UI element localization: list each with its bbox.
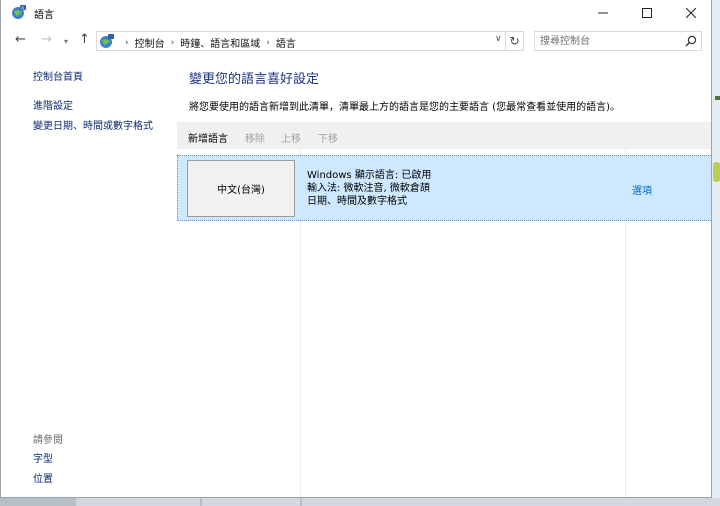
title-bar[interactable]: A 語言 xyxy=(1,0,711,26)
remove-button[interactable]: 移除 xyxy=(245,130,265,145)
search-box[interactable] xyxy=(534,31,702,51)
link-location[interactable]: 位置 xyxy=(33,470,53,485)
language-row-selected[interactable]: 中文(台灣) Windows 顯示語言: 已啟用 輸入法: 微軟注音, 微軟倉頡… xyxy=(177,155,711,221)
up-arrow-icon[interactable]: ↑ xyxy=(79,32,90,48)
language-toolbar: 新增語言 移除 上移 下移 xyxy=(177,122,711,149)
language-app-icon: A xyxy=(12,5,26,19)
minimize-button[interactable] xyxy=(581,0,625,26)
left-navigation-pane: 控制台首頁 進階設定 變更日期、時間或數字格式 請參閱 字型 位置 xyxy=(1,56,177,497)
address-dropdown-chevron-icon[interactable]: ∨ xyxy=(495,34,502,44)
recent-locations-chevron-icon[interactable]: ▾ xyxy=(64,34,68,50)
move-down-button[interactable]: 下移 xyxy=(318,130,338,145)
breadcrumb-item-control-panel[interactable]: 控制台 xyxy=(135,35,165,50)
language-name-button[interactable]: 中文(台灣) xyxy=(187,160,295,217)
link-change-date-time-number-format[interactable]: 變更日期、時間或數字格式 xyxy=(33,117,153,132)
breadcrumb-item-clock-language-region[interactable]: 時鐘、語言和區域 xyxy=(180,35,260,50)
link-fonts[interactable]: 字型 xyxy=(33,450,53,465)
address-bar[interactable]: › 控制台 › 時鐘、語言和區域 › 語言 ∨ ↻ xyxy=(96,31,524,51)
search-icon[interactable] xyxy=(685,35,697,47)
search-input[interactable] xyxy=(540,34,680,48)
forward-arrow-icon[interactable]: → xyxy=(41,32,52,48)
language-detail-line: 日期、時間及數字格式 xyxy=(307,196,407,207)
language-detail-line: Windows 顯示語言: 已啟用 xyxy=(307,170,432,181)
window-title: 語言 xyxy=(34,10,54,21)
main-content: 變更您的語言喜好設定 將您要使用的語言新增到此清單，清單最上方的語言是您的主要語… xyxy=(177,56,711,497)
desktop-background-strip xyxy=(712,0,720,506)
move-up-button[interactable]: 上移 xyxy=(281,130,301,145)
refresh-icon[interactable]: ↻ xyxy=(505,31,523,51)
taskbar-fragment xyxy=(0,498,720,506)
language-control-panel-window: A 語言 ← → ▾ ↑ › 控制台 › 時鐘、語言和區域 › 語言 ∨ ↻ 搜… xyxy=(0,0,712,498)
breadcrumb-item-language[interactable]: 語言 xyxy=(276,35,296,50)
page-title: 變更您的語言喜好設定 xyxy=(189,72,320,87)
language-list: 中文(台灣) Windows 顯示語言: 已啟用 輸入法: 微軟注音, 微軟倉頡… xyxy=(177,149,711,497)
minimize-icon xyxy=(598,12,608,14)
navigation-bar: ← → ▾ ↑ › 控制台 › 時鐘、語言和區域 › 語言 ∨ ↻ xyxy=(1,26,711,56)
desktop-icon-fragment xyxy=(715,96,720,100)
maximize-button[interactable] xyxy=(625,0,669,26)
desktop-icon-fragment xyxy=(713,162,720,182)
link-control-panel-home[interactable]: 控制台首頁 xyxy=(33,68,83,83)
close-icon xyxy=(686,8,696,18)
breadcrumb: › 控制台 › 時鐘、語言和區域 › 語言 xyxy=(119,35,296,51)
maximize-icon xyxy=(642,8,652,18)
control-panel-icon xyxy=(100,34,114,48)
breadcrumb-separator-icon[interactable]: › xyxy=(125,38,129,48)
back-arrow-icon[interactable]: ← xyxy=(15,32,26,48)
breadcrumb-separator-icon[interactable]: › xyxy=(266,38,270,48)
page-description: 將您要使用的語言新增到此清單，清單最上方的語言是您的主要語言 (您最常查看並使用… xyxy=(189,102,620,113)
language-options-link[interactable]: 選項 xyxy=(632,182,652,197)
add-language-button[interactable]: 新增語言 xyxy=(188,130,228,145)
link-advanced-settings[interactable]: 進階設定 xyxy=(33,97,73,112)
close-button[interactable] xyxy=(669,0,711,26)
see-also-heading: 請參閱 xyxy=(33,435,63,446)
language-detail-line: 輸入法: 微軟注音, 微軟倉頡 xyxy=(307,183,430,194)
language-details: Windows 顯示語言: 已啟用 輸入法: 微軟注音, 微軟倉頡 日期、時間及… xyxy=(307,169,431,208)
breadcrumb-separator-icon[interactable]: › xyxy=(171,38,175,48)
